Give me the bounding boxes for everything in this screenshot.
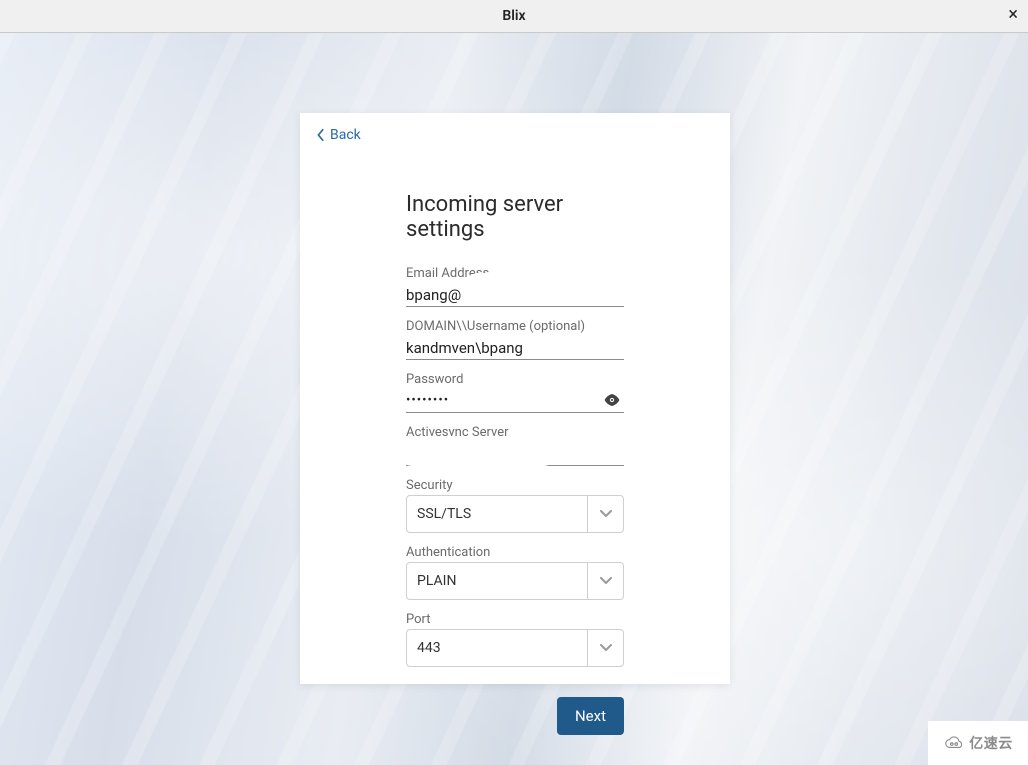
back-label: Back <box>330 127 361 143</box>
back-button[interactable]: Back <box>316 127 361 143</box>
chevron-left-icon <box>316 128 326 142</box>
domain-user-label: DOMAIN\\Username (optional) <box>406 319 624 334</box>
port-label: Port <box>406 612 624 627</box>
password-input[interactable] <box>406 390 624 412</box>
chevron-down-icon <box>587 563 623 599</box>
field-activesync: Activesync Server <box>406 425 624 466</box>
chevron-down-icon <box>587 496 623 532</box>
authentication-select[interactable]: PLAIN <box>406 562 624 600</box>
settings-card: Back Incoming server settings Email Addr… <box>300 113 730 684</box>
next-button[interactable]: Next <box>557 697 624 735</box>
field-authentication: Authentication PLAIN <box>406 545 624 600</box>
port-value: 443 <box>417 640 587 656</box>
authentication-label: Authentication <box>406 545 624 560</box>
field-security: Security SSL/TLS <box>406 478 624 533</box>
field-port: Port 443 <box>406 612 624 667</box>
field-domain-user: DOMAIN\\Username (optional) <box>406 319 624 360</box>
security-select[interactable]: SSL/TLS <box>406 495 624 533</box>
email-input-wrap <box>406 283 624 307</box>
activesync-input-wrap <box>406 442 624 466</box>
cloud-icon <box>943 732 965 754</box>
watermark-text: 亿速云 <box>969 733 1013 753</box>
page-title: Incoming server settings <box>406 192 624 242</box>
window-titlebar: Blix × <box>0 0 1028 33</box>
watermark: 亿速云 <box>928 721 1028 765</box>
close-icon[interactable]: × <box>1008 6 1018 24</box>
window-title: Blix <box>502 8 525 24</box>
field-email: Email Address <box>406 266 624 307</box>
authentication-value: PLAIN <box>417 573 587 589</box>
redaction-overlay <box>398 436 558 466</box>
domain-user-input[interactable] <box>406 337 624 359</box>
domain-user-input-wrap <box>406 336 624 360</box>
security-value: SSL/TLS <box>417 506 587 522</box>
card-body: Incoming server settings Email Address D… <box>300 146 730 667</box>
password-label: Password <box>406 372 624 387</box>
field-password: Password <box>406 372 624 413</box>
redaction-overlay <box>464 273 592 301</box>
port-select[interactable]: 443 <box>406 629 624 667</box>
password-input-wrap <box>406 389 624 413</box>
security-label: Security <box>406 478 624 493</box>
eye-icon[interactable] <box>604 392 620 411</box>
chevron-down-icon <box>587 630 623 666</box>
app-background: Back Incoming server settings Email Addr… <box>0 33 1028 765</box>
